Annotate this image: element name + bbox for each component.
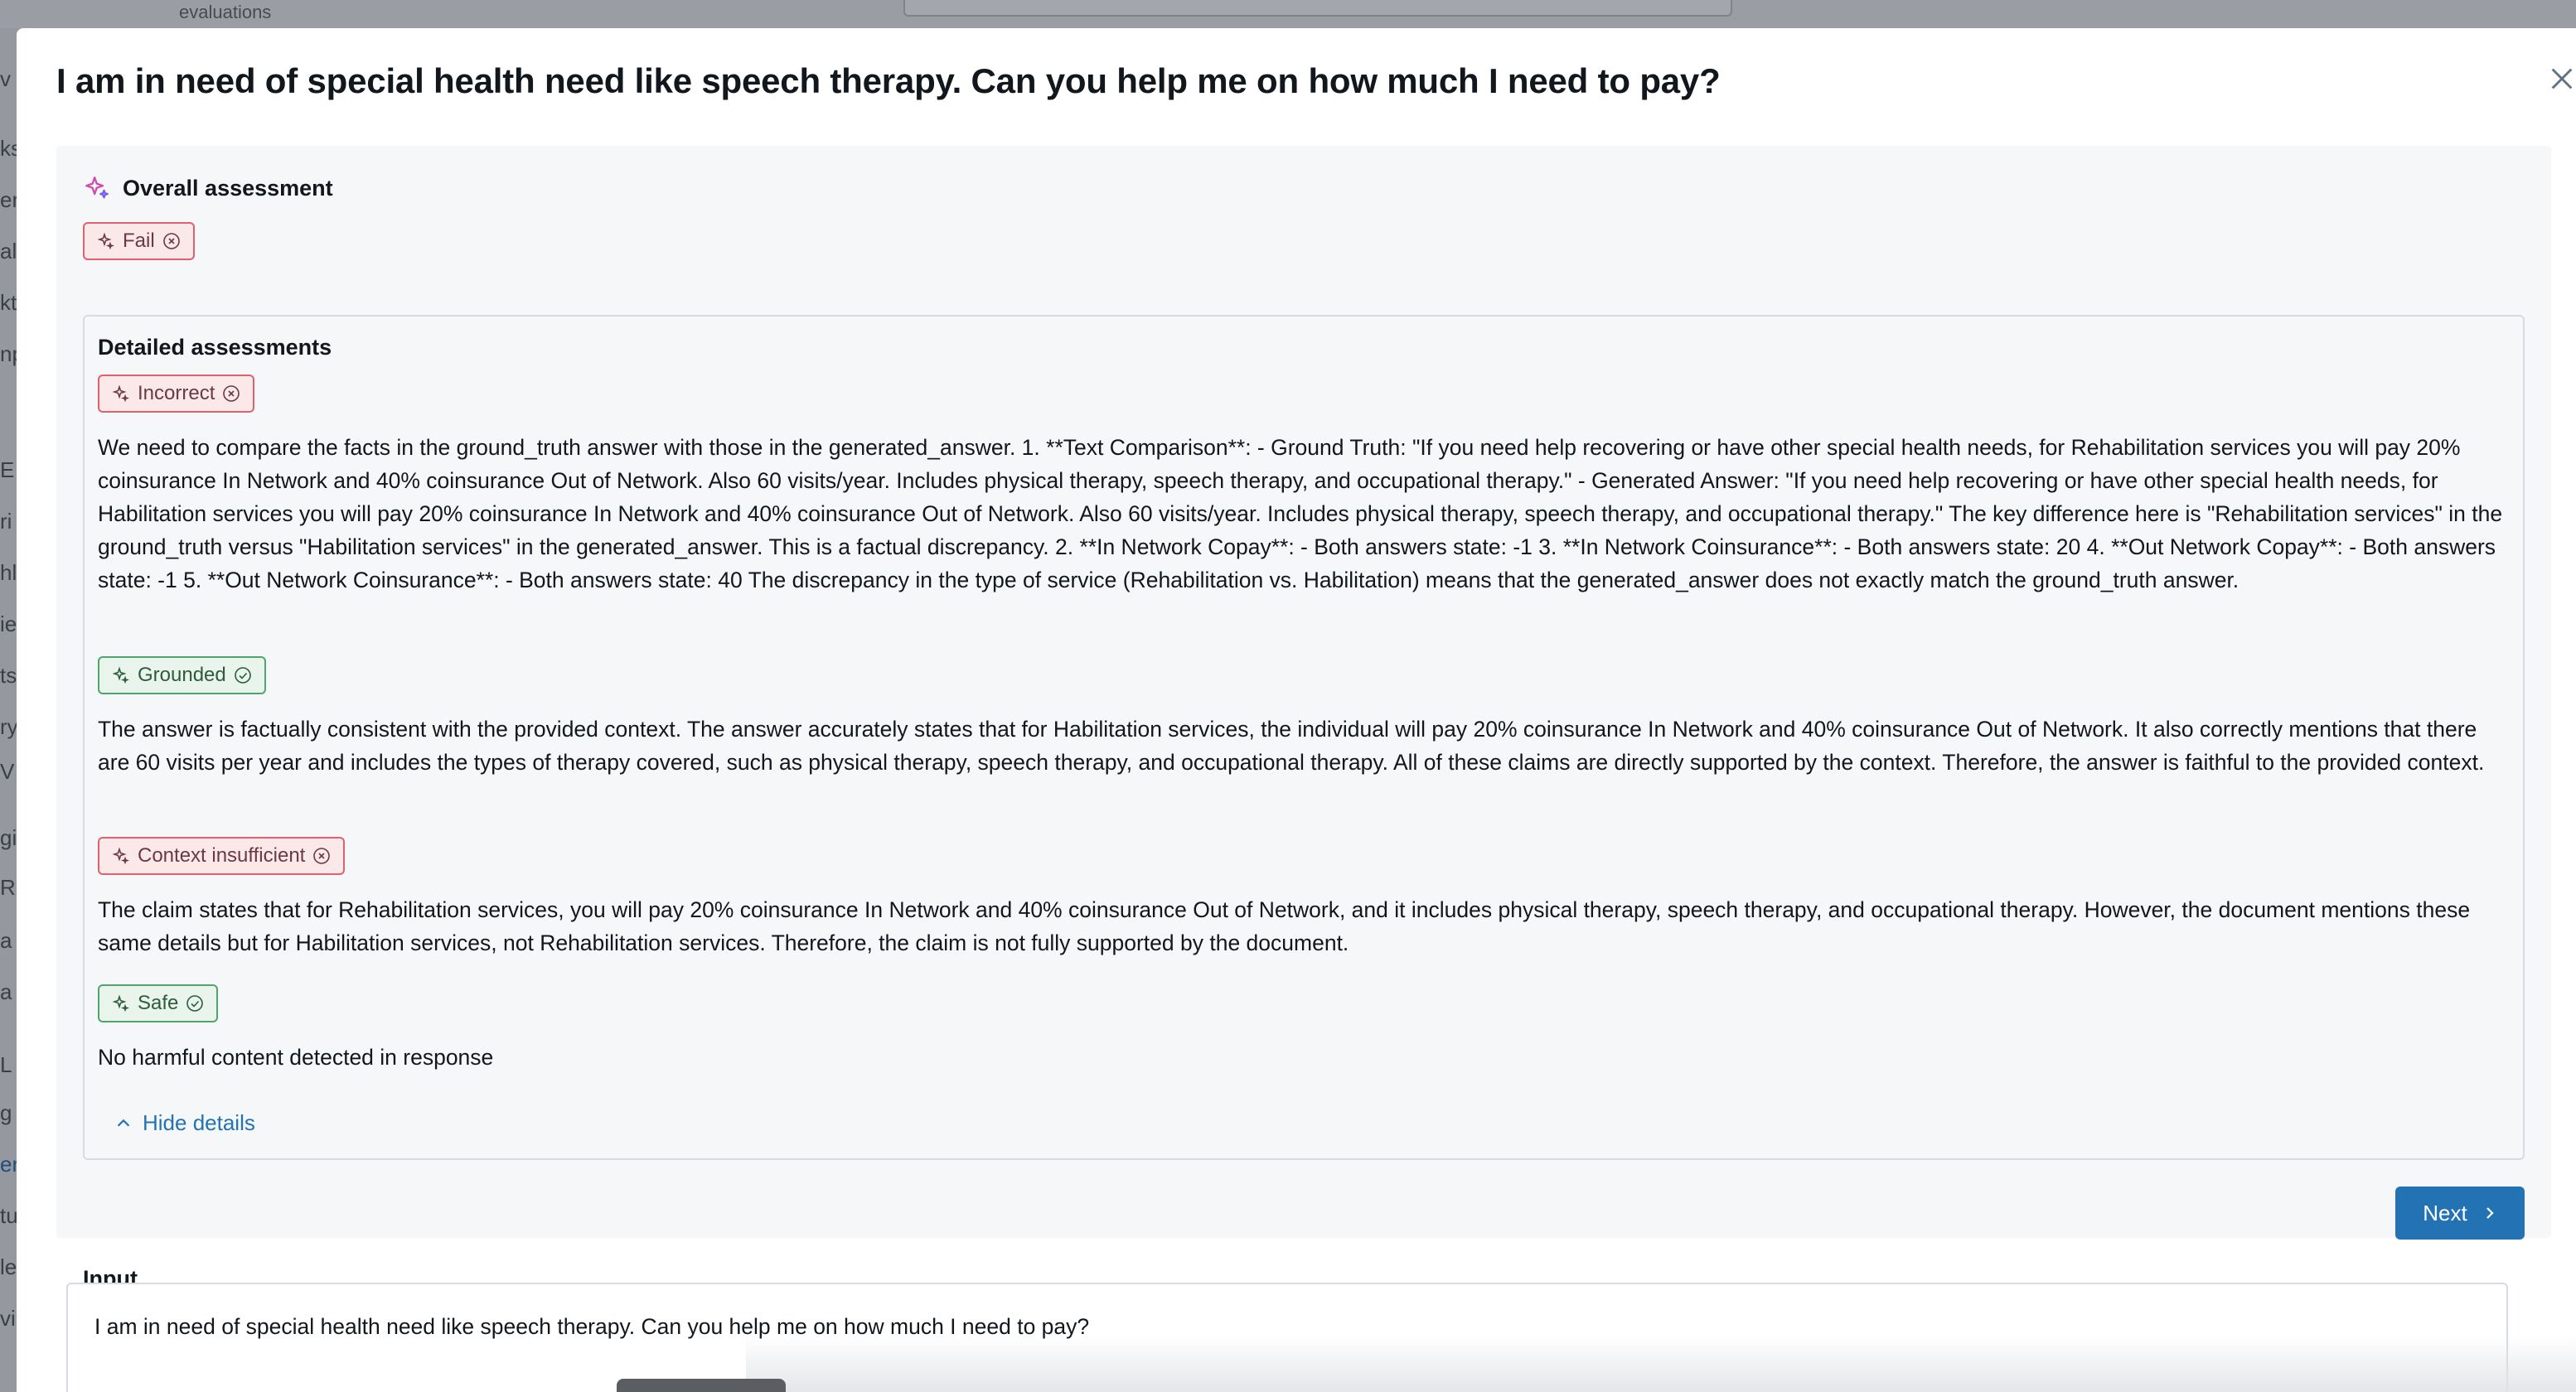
- background-sidebar-fragment: a: [0, 928, 12, 953]
- sparkle-icon: [111, 384, 131, 404]
- x-circle-icon: [221, 384, 241, 404]
- check-circle-icon: [185, 993, 205, 1013]
- background-sidebar-fragment: er: [0, 187, 18, 212]
- background-search-input: [903, 0, 1732, 17]
- assessment-badge-label: Incorrect: [138, 382, 215, 404]
- background-sidebar-fragment: le: [0, 1254, 17, 1279]
- assessment-modal: I am in need of special health need like…: [17, 28, 2576, 1392]
- assessment-rationale: The answer is factually consistent with …: [98, 717, 2485, 775]
- hide-details-link[interactable]: Hide details: [114, 1110, 255, 1136]
- bottom-scroll-handle[interactable]: [617, 1379, 786, 1392]
- background-sidebar-fragment: kt: [0, 290, 17, 315]
- hide-details-label: Hide details: [143, 1110, 255, 1135]
- assessment-badge-groundedness[interactable]: Grounded: [98, 656, 266, 694]
- sparkle-icon: [96, 231, 116, 251]
- background-sidebar-fragment: a: [0, 979, 12, 1004]
- sparkle-icon: [111, 665, 131, 685]
- chevron-up-icon: [114, 1114, 133, 1133]
- background-sidebar-fragment: vi: [0, 1306, 16, 1331]
- assessment-badge-label: Context insufficient: [138, 844, 306, 867]
- assessment-rationale: No harmful content detected in response: [98, 1045, 494, 1070]
- detailed-assessments: Detailed assessments Incorrect We need t…: [83, 315, 2525, 1160]
- background-sidebar-fragment: V: [0, 759, 15, 784]
- assessment-rationale: The claim states that for Rehabilitation…: [98, 897, 2471, 955]
- background-sidebar-fragment: hl: [0, 560, 17, 585]
- overall-assessment-header: Overall assessment: [83, 174, 333, 202]
- background-sidebar-fragment: er: [0, 1152, 18, 1177]
- detailed-assessments-title: Detailed assessments: [98, 335, 332, 360]
- background-sidebar-fragment: ie: [0, 611, 17, 636]
- x-circle-icon: [162, 231, 182, 251]
- assessment-panel: Overall assessment Fail Detailed assessm…: [56, 146, 2551, 1240]
- background-sidebar-fragment: al: [0, 239, 17, 263]
- overall-result-label: Fail: [123, 230, 155, 252]
- background-breadcrumb: evaluations: [179, 2, 272, 22]
- background-sidebar-fragment: R: [0, 875, 16, 900]
- assessment-badge-label: Grounded: [138, 664, 226, 686]
- background-sidebar-fragment: g: [0, 1100, 12, 1125]
- sparkle-icon: [83, 174, 111, 202]
- check-circle-icon: [233, 665, 253, 685]
- assessment-badge-label: Safe: [138, 992, 179, 1014]
- background-sidebar-fragment: ks: [0, 136, 18, 161]
- overall-result-badge[interactable]: Fail: [83, 222, 195, 260]
- assessment-badge-correctness[interactable]: Incorrect: [98, 375, 255, 413]
- background-sidebar-fragment: ts: [0, 663, 17, 688]
- background-sidebar: v ks er al kt np E ri hl ie ts ry V gi R…: [0, 28, 18, 1392]
- x-circle-icon: [312, 846, 332, 866]
- modal-title: I am in need of special health need like…: [56, 61, 1721, 100]
- overall-assessment-label: Overall assessment: [123, 175, 333, 201]
- background-sidebar-fragment: ry: [0, 714, 18, 739]
- background-sidebar-fragment: v: [0, 66, 11, 91]
- background-topbar: evaluations: [0, 0, 2576, 28]
- background-sidebar-fragment: tu: [0, 1203, 18, 1228]
- assessment-badge-safety[interactable]: Safe: [98, 984, 219, 1022]
- assessment-rationale: We need to compare the facts in the grou…: [98, 435, 2503, 592]
- chevron-right-icon: [2482, 1206, 2497, 1220]
- background-sidebar-fragment: E: [0, 457, 15, 482]
- next-button[interactable]: Next: [2395, 1187, 2525, 1240]
- background-sidebar-fragment: np: [0, 341, 18, 366]
- sparkle-icon: [111, 993, 131, 1013]
- background-sidebar-fragment: ri: [0, 509, 12, 534]
- sparkle-icon: [111, 846, 131, 866]
- scroll-fade-overlay: [746, 1336, 2576, 1392]
- background-sidebar-fragment: L: [0, 1052, 12, 1077]
- close-icon[interactable]: [2548, 65, 2576, 93]
- assessment-badge-context-sufficiency[interactable]: Context insufficient: [98, 837, 346, 875]
- next-button-label: Next: [2423, 1200, 2467, 1225]
- background-sidebar-fragment: gi: [0, 825, 17, 850]
